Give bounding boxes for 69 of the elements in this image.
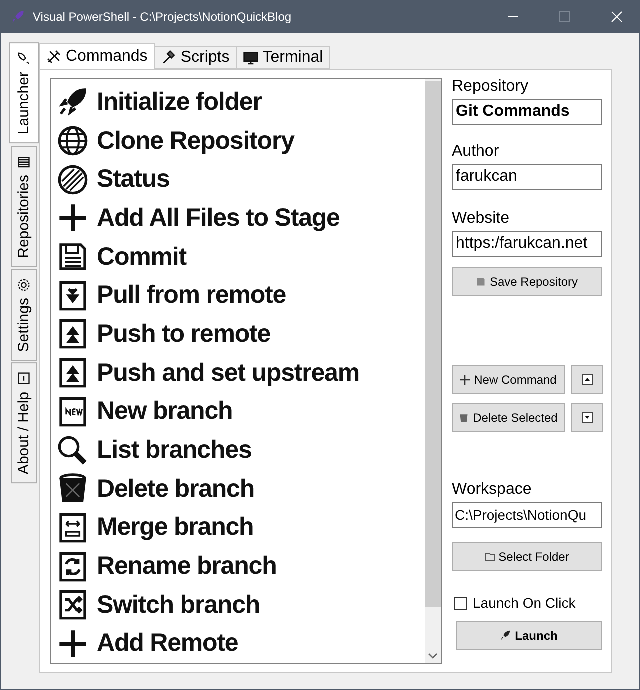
field-label: Repository — [452, 78, 530, 96]
command-item[interactable]: Merge branch — [97, 513, 254, 542]
plus-icon — [57, 202, 89, 234]
field-label: Author — [452, 143, 500, 161]
field-label: Website — [452, 210, 511, 228]
launch-button[interactable]: Launch — [456, 621, 602, 650]
plus-icon — [57, 628, 89, 660]
tab[interactable]: Terminal — [236, 46, 330, 69]
rocket-icon — [17, 52, 31, 66]
magnifier-icon — [57, 434, 89, 467]
new-command-button[interactable]: New Command — [452, 365, 565, 394]
down-arrows-icon — [57, 280, 89, 312]
refresh-icon — [57, 550, 89, 583]
up-arrows-icon — [57, 357, 89, 390]
window-title: Visual PowerShell - C:\Projects\NotionQuickBlog — [33, 10, 293, 24]
side-tab[interactable]: Repositories — [11, 146, 37, 267]
side-tab[interactable]: About / Help — [11, 363, 37, 484]
command-item[interactable]: Pull from remote — [97, 281, 286, 310]
wastebasket-icon — [57, 473, 89, 506]
rocket-icon — [11, 10, 25, 24]
move-up-button[interactable] — [571, 365, 603, 394]
command-item[interactable]: Status — [97, 165, 170, 194]
tab[interactable]: Scripts — [154, 46, 237, 69]
workspace-field[interactable]: C:\Projects\NotionQu — [452, 502, 602, 528]
repository-field[interactable]: Git Commands — [452, 99, 602, 125]
delete-selected-button[interactable]: Delete Selected — [452, 403, 565, 432]
scrollbar[interactable] — [425, 79, 441, 664]
command-item[interactable]: Clone Repository — [97, 126, 294, 156]
command-item[interactable]: Push to remote — [97, 320, 271, 349]
plus-icon — [460, 374, 470, 384]
tools-icon — [46, 48, 62, 64]
author-field[interactable]: farukcan — [452, 164, 602, 190]
merge-arrows-icon — [57, 512, 89, 544]
checkbox[interactable] — [454, 596, 467, 610]
command-item[interactable]: Switch branch — [97, 590, 260, 620]
hatched-circle-icon — [57, 164, 89, 196]
up-arrows-icon — [57, 318, 89, 350]
tab[interactable]: Commands — [39, 43, 155, 69]
command-item[interactable]: List branches — [97, 436, 252, 466]
command-item[interactable]: Rename branch — [97, 552, 277, 582]
command-item[interactable]: Push and set upstream — [97, 358, 360, 388]
rocket-icon — [57, 86, 89, 118]
trash-icon — [459, 412, 470, 422]
monitor-icon — [242, 50, 259, 66]
close-icon — [611, 11, 623, 23]
shuffle-icon — [57, 589, 89, 622]
maximize-icon — [559, 11, 571, 23]
globe-icon — [57, 125, 89, 158]
command-item[interactable]: Add Remote — [97, 629, 238, 658]
checkbox-label: Launch On Click — [473, 595, 576, 611]
save-repository-button[interactable]: Save Repository — [452, 267, 602, 296]
folder-icon — [484, 552, 495, 560]
move-down-button[interactable] — [571, 403, 603, 432]
command-item[interactable]: Delete branch — [97, 474, 255, 504]
command-item[interactable]: Initialize folder — [97, 88, 262, 117]
side-tab[interactable]: Settings — [11, 268, 37, 362]
field-label: Workspace — [452, 481, 533, 499]
hammer-icon — [160, 50, 177, 66]
select-folder-button[interactable]: Select Folder — [452, 542, 602, 571]
new-label-icon — [57, 396, 89, 428]
book-icon — [17, 154, 31, 169]
rocket-icon — [500, 630, 512, 641]
command-item[interactable]: Add All Files to Stage — [97, 204, 340, 233]
website-field[interactable]: https:/farukcan.net — [452, 231, 602, 257]
settings-icon — [17, 278, 31, 292]
minus-box-icon — [17, 372, 31, 386]
command-item[interactable]: New branch — [97, 397, 233, 426]
side-tab[interactable]: Launcher — [9, 43, 39, 144]
command-item[interactable]: Commit — [97, 242, 186, 272]
